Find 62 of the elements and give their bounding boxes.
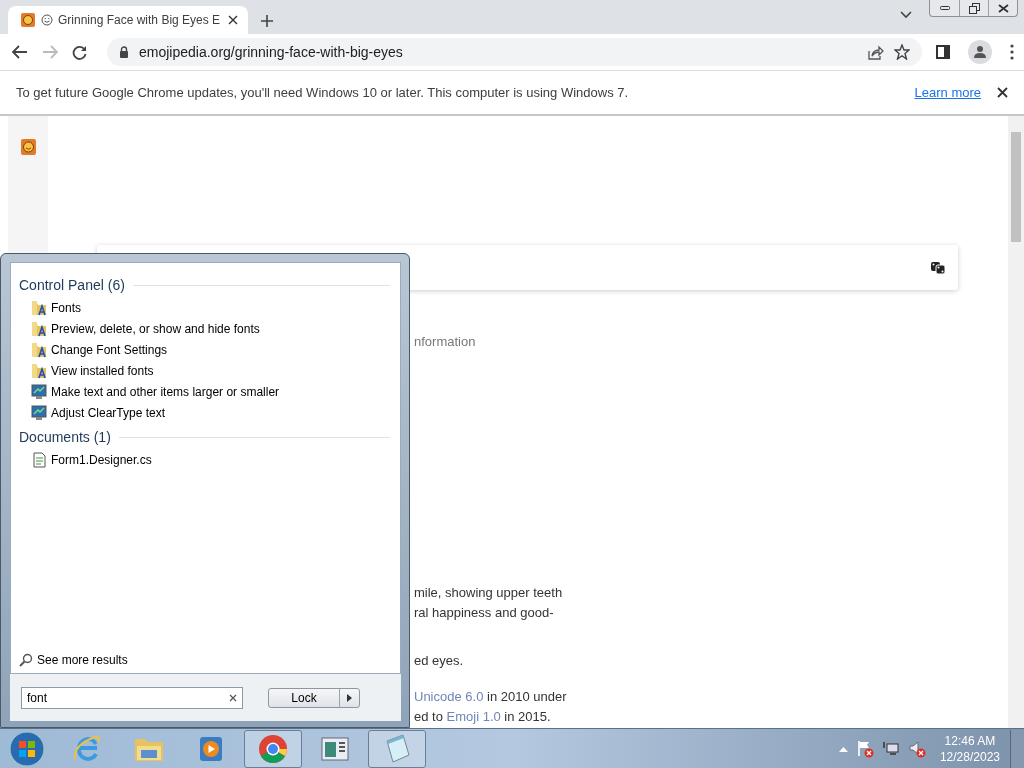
- nav-link[interactable]: nformation: [414, 334, 1008, 349]
- minimize-icon: [939, 5, 950, 11]
- star-icon[interactable]: [894, 44, 910, 60]
- monitor-icon: [31, 383, 47, 400]
- close-icon[interactable]: [228, 15, 238, 25]
- back-icon[interactable]: [12, 45, 28, 59]
- fonts-folder-icon: [31, 341, 47, 358]
- fonts-folder-icon: [31, 362, 47, 379]
- clear-icon[interactable]: [229, 693, 237, 702]
- search-result[interactable]: Form1.Designer.cs: [19, 449, 390, 470]
- new-tab-icon[interactable]: [260, 14, 274, 28]
- dice-icon[interactable]: [930, 260, 946, 275]
- search-icon: [19, 653, 33, 667]
- browser-tab[interactable]: Grinning Face with Big Eyes E: [8, 6, 248, 34]
- flag-icon[interactable]: [855, 739, 874, 758]
- paragraph-text: ed to Emoji 1.0 in 2015.: [414, 708, 552, 726]
- profile-avatar[interactable]: [968, 40, 992, 64]
- caret-icon: [347, 693, 352, 702]
- tab-search-icon[interactable]: [900, 11, 912, 19]
- monitor-icon: [31, 404, 47, 421]
- paragraph-text: Unicode 6.0 in 2010 under: [414, 688, 568, 706]
- learn-more-link[interactable]: Learn more: [914, 85, 981, 100]
- search-result[interactable]: Fonts: [19, 297, 390, 318]
- code-file-icon: [31, 451, 47, 468]
- group-heading: Control Panel (6): [19, 277, 125, 293]
- fonts-folder-icon: [31, 320, 47, 337]
- see-more-link[interactable]: See more results: [19, 653, 390, 673]
- fonts-folder-icon: [31, 299, 47, 316]
- scrollbar[interactable]: [1008, 116, 1024, 728]
- taskbar-button[interactable]: [244, 729, 302, 768]
- taskbar-button[interactable]: [368, 729, 426, 768]
- browser-icon: [257, 732, 289, 765]
- close-icon: [997, 3, 1009, 13]
- group-heading: Documents (1): [19, 429, 111, 445]
- lock-icon: [119, 46, 129, 58]
- close-icon[interactable]: [997, 87, 1008, 98]
- share-icon[interactable]: [868, 44, 884, 60]
- tab-title: Grinning Face with Big Eyes E: [58, 13, 222, 27]
- paragraph-text: ed eyes.: [414, 652, 465, 670]
- search-result[interactable]: Make text and other items larger or smaller: [19, 381, 390, 402]
- scrollbar-thumb[interactable]: [1011, 132, 1021, 242]
- network-icon[interactable]: [881, 739, 900, 758]
- paragraph-text: mile, showing upper teeth: [414, 584, 564, 602]
- person-icon: [973, 45, 987, 59]
- menu-icon[interactable]: [1010, 44, 1014, 60]
- speaker-icon[interactable]: [907, 739, 926, 758]
- start-orb-icon[interactable]: [8, 729, 46, 768]
- text-link[interactable]: Unicode 6.0: [414, 689, 484, 704]
- search-result[interactable]: View installed fonts: [19, 360, 390, 381]
- site-logo-icon[interactable]: [20, 138, 37, 156]
- search-field[interactable]: font: [21, 686, 243, 709]
- search-result[interactable]: Adjust ClearType text: [19, 402, 390, 423]
- address-bar[interactable]: emojipedia.org/grinning-face-with-big-eyes: [107, 38, 922, 66]
- search-result[interactable]: Preview, delete, or show and hide fonts: [19, 318, 390, 339]
- reload-icon[interactable]: [72, 44, 87, 60]
- site-logo-icon: [20, 12, 36, 28]
- smiley-icon: [41, 14, 53, 26]
- search-result[interactable]: Change Font Settings: [19, 339, 390, 360]
- infobar-message: To get future Google Chrome updates, you'll need Windows 10 or later. This computer is using Windows 7.: [16, 85, 630, 100]
- text-link[interactable]: Emoji 1.0: [446, 709, 501, 724]
- paragraph-text: ral happiness and good-: [414, 604, 555, 622]
- side-panel-icon[interactable]: [936, 45, 950, 59]
